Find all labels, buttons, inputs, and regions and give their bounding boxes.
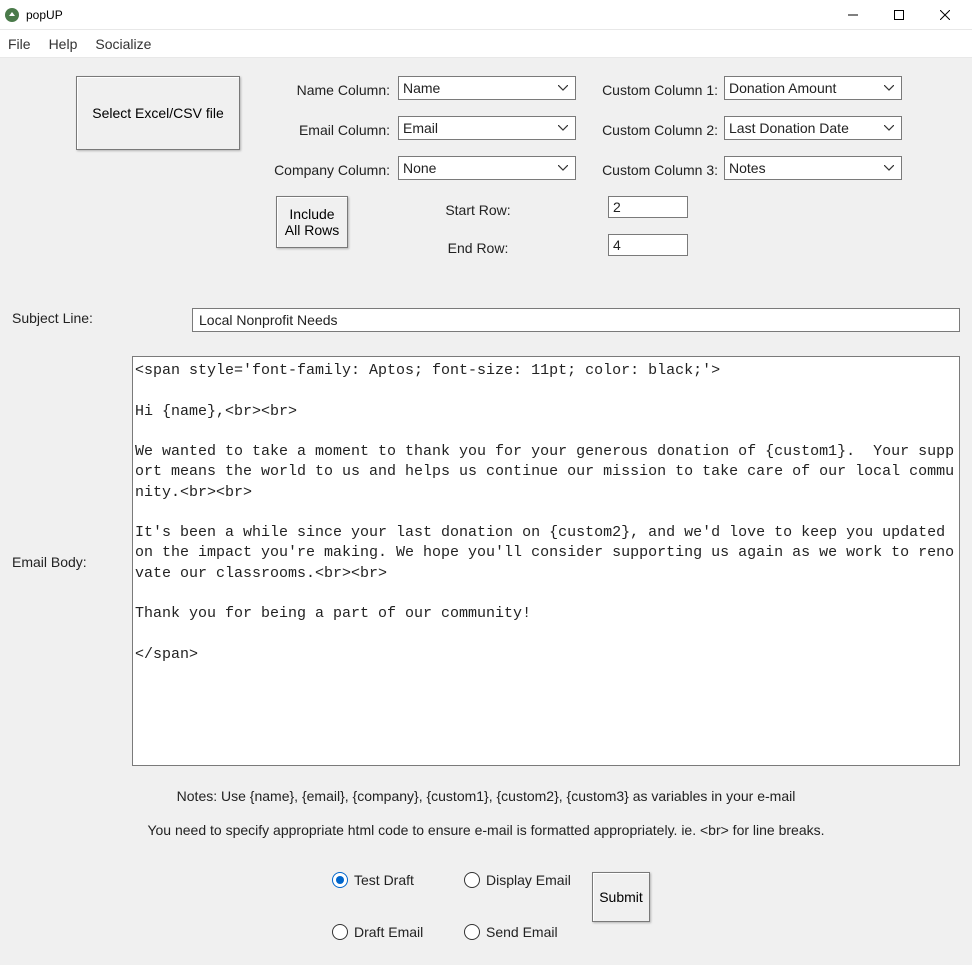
company-column-value: None [403, 160, 555, 176]
chevron-down-icon [881, 85, 897, 91]
custom1-value: Donation Amount [729, 80, 881, 96]
custom2-value: Last Donation Date [729, 120, 881, 136]
chevron-down-icon [555, 165, 571, 171]
start-row-input[interactable]: 2 [608, 196, 688, 218]
app-icon [4, 7, 20, 23]
radio-icon [464, 924, 480, 940]
chevron-down-icon [555, 85, 571, 91]
email-column-value: Email [403, 120, 555, 136]
subject-line-value: Local Nonprofit Needs [199, 312, 338, 328]
company-column-select[interactable]: None [398, 156, 576, 180]
custom3-value: Notes [729, 160, 881, 176]
notes-line-2: You need to specify appropriate html cod… [12, 822, 960, 838]
submit-button-label: Submit [599, 889, 643, 905]
radio-icon [332, 924, 348, 940]
radio-send-email-label: Send Email [486, 924, 558, 940]
email-body-value: <span style='font-family: Aptos; font-si… [135, 362, 954, 663]
name-column-value: Name [403, 80, 555, 96]
end-row-value: 4 [613, 237, 621, 253]
close-button[interactable] [922, 0, 968, 30]
email-body-textarea[interactable]: <span style='font-family: Aptos; font-si… [132, 356, 960, 766]
minimize-button[interactable] [830, 0, 876, 30]
company-column-label: Company Column: [244, 162, 390, 178]
menu-socialize[interactable]: Socialize [93, 34, 153, 54]
upper-panel: Select Excel/CSV file Name Column: Email… [12, 76, 960, 276]
end-row-input[interactable]: 4 [608, 234, 688, 256]
email-column-label: Email Column: [244, 122, 390, 138]
subject-line-input[interactable]: Local Nonprofit Needs [192, 308, 960, 332]
radio-display-email-label: Display Email [486, 872, 571, 888]
notes-line-1: Notes: Use {name}, {email}, {company}, {… [12, 788, 960, 804]
radio-draft-email[interactable]: Draft Email [332, 924, 423, 940]
name-column-label: Name Column: [244, 82, 390, 98]
start-row-label: Start Row: [428, 202, 528, 218]
name-column-select[interactable]: Name [398, 76, 576, 100]
custom1-label: Custom Column 1: [588, 82, 718, 98]
radio-icon [332, 872, 348, 888]
select-file-button[interactable]: Select Excel/CSV file [76, 76, 240, 150]
custom1-select[interactable]: Donation Amount [724, 76, 902, 100]
include-all-rows-button[interactable]: Include All Rows [276, 196, 348, 248]
custom2-label: Custom Column 2: [588, 122, 718, 138]
radio-send-email[interactable]: Send Email [464, 924, 558, 940]
titlebar: popUP [0, 0, 972, 30]
window-title: popUP [26, 8, 63, 22]
radio-icon [464, 872, 480, 888]
maximize-button[interactable] [876, 0, 922, 30]
radio-test-draft-label: Test Draft [354, 872, 414, 888]
menu-help[interactable]: Help [47, 34, 80, 54]
chevron-down-icon [555, 125, 571, 131]
email-body-label: Email Body: [12, 552, 132, 570]
radio-test-draft[interactable]: Test Draft [332, 872, 414, 888]
start-row-value: 2 [613, 199, 621, 215]
radio-display-email[interactable]: Display Email [464, 872, 571, 888]
radio-draft-email-label: Draft Email [354, 924, 423, 940]
end-row-label: End Row: [428, 240, 528, 256]
email-column-select[interactable]: Email [398, 116, 576, 140]
submit-button[interactable]: Submit [592, 872, 650, 922]
menubar: File Help Socialize [0, 30, 972, 58]
subject-line-label: Subject Line: [12, 308, 192, 326]
menu-file[interactable]: File [6, 34, 33, 54]
custom3-label: Custom Column 3: [588, 162, 718, 178]
chevron-down-icon [881, 165, 897, 171]
chevron-down-icon [881, 125, 897, 131]
custom3-select[interactable]: Notes [724, 156, 902, 180]
radio-region: Test Draft Display Email Draft Email Sen… [12, 872, 960, 952]
select-file-button-label: Select Excel/CSV file [92, 105, 224, 121]
custom2-select[interactable]: Last Donation Date [724, 116, 902, 140]
include-all-rows-label: Include All Rows [285, 206, 339, 238]
